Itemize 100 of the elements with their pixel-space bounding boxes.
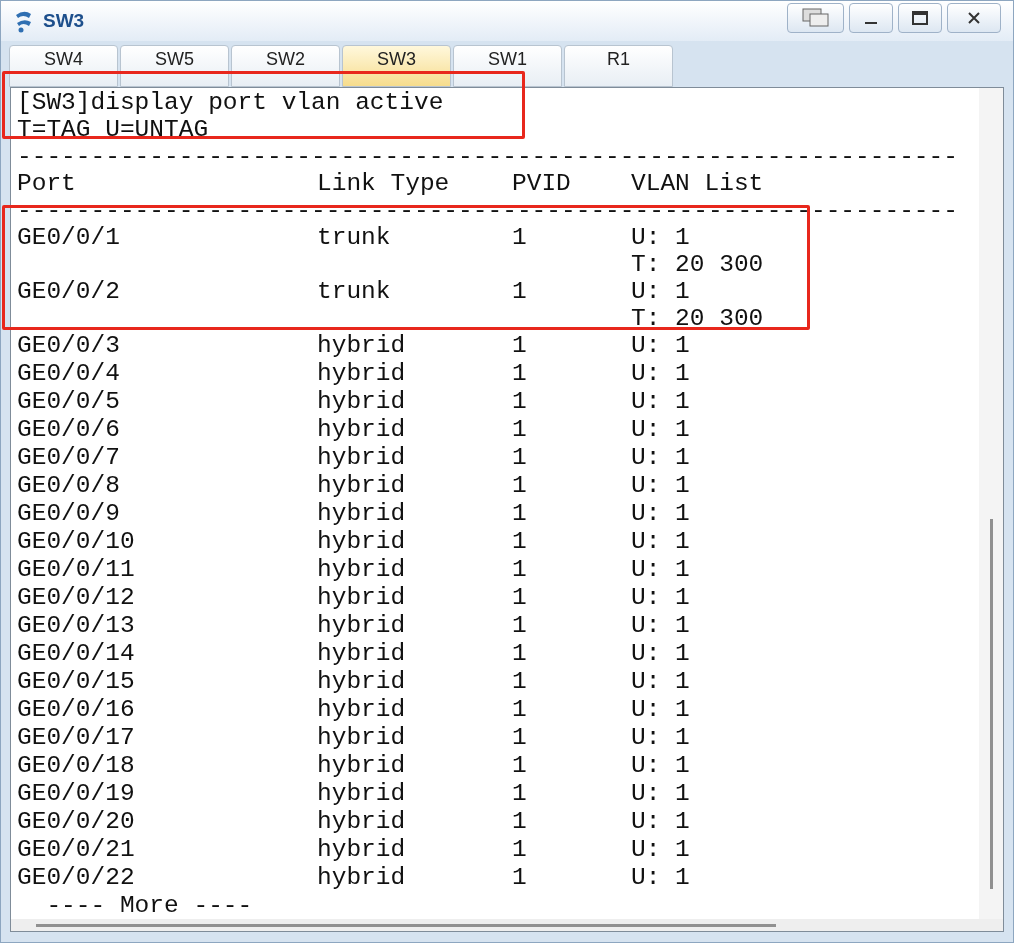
link-type-cell: hybrid: [317, 752, 406, 779]
link-type-cell: hybrid: [317, 472, 406, 499]
pvid-cell: 1: [512, 696, 527, 723]
pvid-cell: 1: [512, 612, 527, 639]
pvid-cell: 1: [512, 416, 527, 443]
vlan-list-cell: U: 1: [631, 500, 690, 527]
vlan-list-cell: U: 1: [631, 612, 690, 639]
link-type-cell: hybrid: [317, 808, 406, 835]
vlan-list-cell: U: 1: [631, 640, 690, 667]
port-cell: GE0/0/13: [17, 612, 135, 639]
link-type-cell: hybrid: [317, 332, 406, 359]
link-type-cell: hybrid: [317, 724, 406, 751]
port-cell: GE0/0/4: [17, 360, 120, 387]
port-cell: GE0/0/6: [17, 416, 120, 443]
vlan-list-cell: T: 20 300: [631, 251, 764, 278]
link-type-cell: hybrid: [317, 360, 406, 387]
tab[interactable]: SW5: [120, 45, 229, 87]
pvid-cell: 1: [512, 444, 527, 471]
pvid-cell: 1: [512, 808, 527, 835]
vlan-list-cell: U: 1: [631, 416, 690, 443]
restore-button[interactable]: [787, 3, 844, 33]
pvid-cell: 1: [512, 668, 527, 695]
port-cell: GE0/0/9: [17, 500, 120, 527]
pvid-cell: 1: [512, 388, 527, 415]
link-type-cell: trunk: [317, 278, 391, 305]
port-cell: GE0/0/20: [17, 808, 135, 835]
pvid-cell: 1: [512, 472, 527, 499]
vlan-list-cell: U: 1: [631, 388, 690, 415]
pvid-cell: 1: [512, 556, 527, 583]
pvid-cell: 1: [512, 332, 527, 359]
tab[interactable]: SW3: [342, 45, 451, 87]
tab[interactable]: SW4: [9, 45, 118, 87]
link-type-cell: hybrid: [317, 500, 406, 527]
link-type-cell: hybrid: [317, 528, 406, 555]
link-type-cell: hybrid: [317, 780, 406, 807]
pvid-cell: 1: [512, 528, 527, 555]
pvid-cell: 1: [512, 360, 527, 387]
link-type-cell: trunk: [317, 224, 391, 251]
link-type-cell: hybrid: [317, 444, 406, 471]
pvid-cell: 1: [512, 500, 527, 527]
close-icon: [967, 11, 981, 25]
port-cell: GE0/0/21: [17, 836, 135, 863]
link-type-cell: hybrid: [317, 640, 406, 667]
port-cell: GE0/0/5: [17, 388, 120, 415]
port-cell: GE0/0/17: [17, 724, 135, 751]
pvid-cell: 1: [512, 836, 527, 863]
maximize-button[interactable]: [898, 3, 942, 33]
column-header: PVID: [512, 170, 571, 197]
vlan-list-cell-text: U: 1: [631, 224, 691, 251]
legend-line: T=TAG U=UNTAG: [17, 116, 209, 143]
pvid-cell: 1: [512, 584, 527, 611]
vertical-scrollbar[interactable]: [979, 88, 1003, 919]
vlan-list-cell: U: 1: [631, 808, 690, 835]
link-type-cell: hybrid: [317, 696, 406, 723]
separator-line: ----------------------------------------------------------------: [17, 143, 958, 170]
vlan-list-cell: U: 1: [631, 724, 690, 751]
pvid-cell: 1: [512, 640, 527, 667]
tab[interactable]: SW1: [453, 45, 562, 87]
link-type-cell: hybrid: [317, 388, 406, 415]
port-cell: GE0/0/7: [17, 444, 120, 471]
port-cell: GE0/0/14: [17, 640, 135, 667]
tab[interactable]: R1: [564, 45, 673, 87]
link-type-cell: hybrid: [317, 584, 406, 611]
port-cell: GE0/0/8: [17, 472, 120, 499]
pvid-cell: 1: [512, 780, 527, 807]
pvid-cell: 1: [512, 752, 527, 779]
vlan-list-cell: U: 1: [631, 444, 690, 471]
vlan-list-cell: U: 1: [631, 668, 690, 695]
vlan-list-cell: U: 1: [631, 556, 690, 583]
port-cell: GE0/0/11: [17, 556, 135, 583]
vlan-list-cell: U: 1: [631, 780, 690, 807]
column-header: VLAN List: [631, 170, 764, 197]
window-title: SW3: [43, 8, 85, 33]
horizontal-scrollbar[interactable]: [11, 919, 1003, 931]
link-type-cell: hybrid: [317, 864, 406, 891]
vlan-list-cell: U: 1: [631, 864, 690, 891]
port-cell: GE0/0/10: [17, 528, 135, 555]
vlan-list-cell: U: 1: [631, 528, 690, 555]
windows-icon: [801, 8, 830, 28]
port-cell: GE0/0/22: [17, 864, 135, 891]
separator-line: ----------------------------------------------------------------: [17, 197, 958, 224]
link-type-cell: hybrid: [317, 556, 406, 583]
port-cell: GE0/0/2: [17, 278, 120, 305]
minimize-button[interactable]: [849, 3, 893, 33]
minimize-icon: [865, 22, 877, 24]
vlan-list-cell: U: 1: [631, 332, 690, 359]
vlan-list-cell-text: U: 1: [631, 278, 691, 305]
vlan-list-cell: U: 1: [631, 836, 690, 863]
column-header: Port: [17, 170, 76, 197]
port-cell: GE0/0/16: [17, 696, 135, 723]
pvid-cell: 1: [512, 724, 527, 751]
column-header: Link Type: [317, 170, 450, 197]
vlan-list-cell: U: 1: [631, 584, 690, 611]
vlan-list-cell: U: 1: [631, 360, 690, 387]
port-cell: GE0/0/12: [17, 584, 135, 611]
vlan-list-cell: U: 1: [631, 696, 690, 723]
tab[interactable]: SW2: [231, 45, 340, 87]
close-button[interactable]: [947, 3, 1001, 33]
port-cell: GE0/0/1: [17, 224, 120, 251]
link-type-cell: hybrid: [317, 612, 406, 639]
